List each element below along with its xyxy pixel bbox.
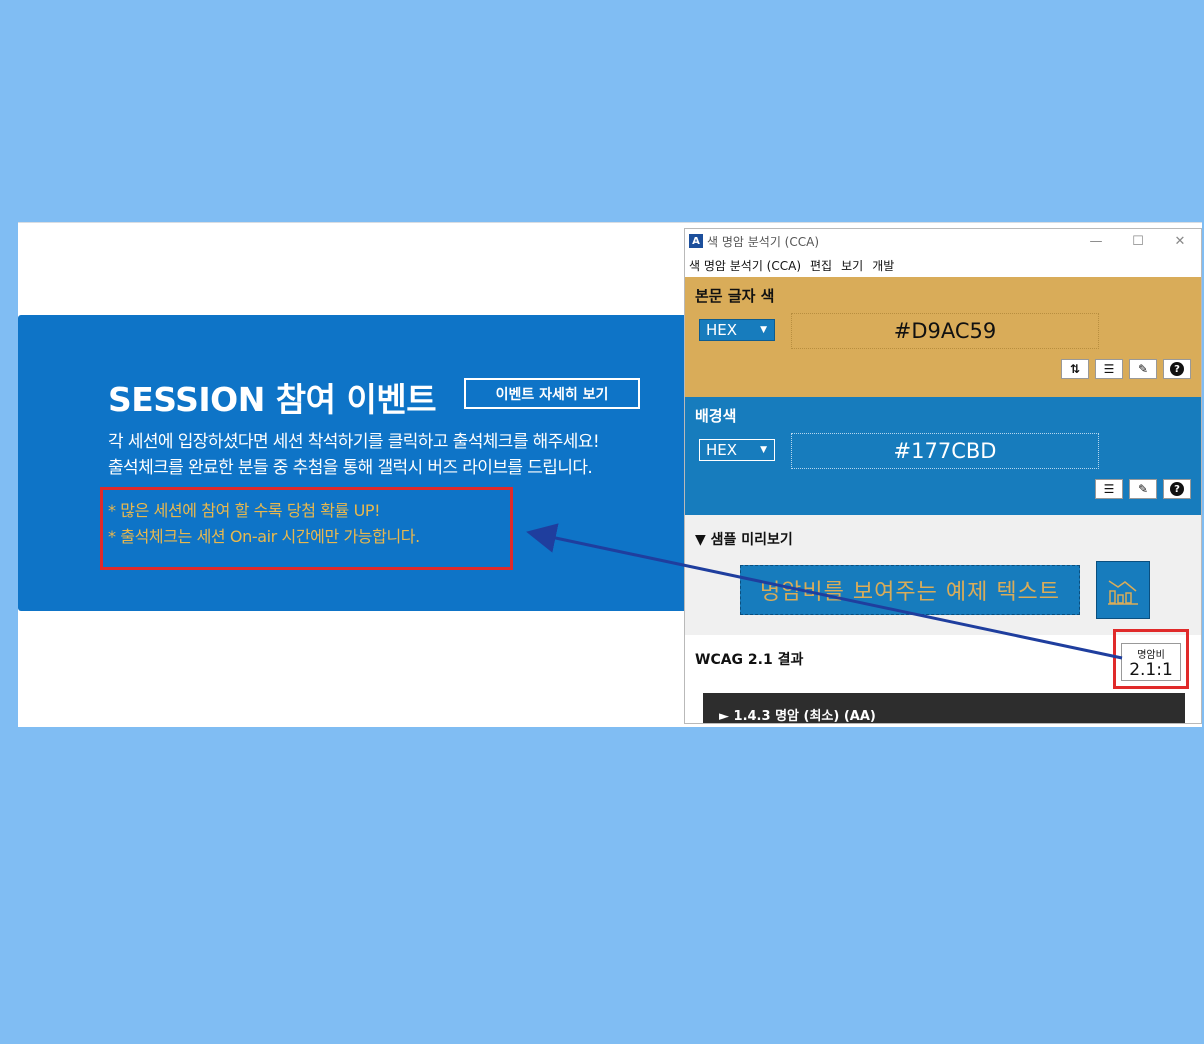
chart-icon[interactable] [1096,561,1150,619]
swap-colors-icon[interactable]: ⇅ [1061,359,1089,379]
background-format-value: HEX [706,441,738,459]
eyedropper-icon[interactable]: ✎ [1129,359,1157,379]
foreground-hex-input[interactable]: #D9AC59 [791,313,1099,349]
foreground-format-select[interactable]: HEX ▼ [699,319,775,341]
background-format-select[interactable]: HEX ▼ [699,439,775,461]
banner-title: SESSION 참여 이벤트 [108,380,437,419]
app-logo-icon: A [689,234,703,248]
help-icon[interactable]: ? [1163,479,1191,499]
foreground-format-value: HEX [706,321,738,339]
background-label: 배경색 [695,407,737,425]
window-controls: — ☐ ✕ [1075,234,1201,249]
close-icon[interactable]: ✕ [1159,234,1201,249]
cca-titlebar: A 색 명암 분석기 (CCA) — ☐ ✕ [685,229,1201,253]
menu-item-edit[interactable]: 편집 [810,257,832,274]
banner-description: 각 세션에 입장하셨다면 세션 착석하기를 클릭하고 출석체크를 해주세요! 출… [108,429,600,481]
minimize-icon[interactable]: — [1075,234,1117,249]
sliders-icon[interactable]: ☰ [1095,479,1123,499]
sliders-icon[interactable]: ☰ [1095,359,1123,379]
description-line-2: 출석체크를 완료한 분들 중 추첨을 통해 갤럭시 버즈 라이브를 드립니다. [108,458,593,478]
cca-menubar: 색 명암 분석기 (CCA) 편집 보기 개발 [685,253,1201,277]
wcag-result-section: WCAG 2.1 결과 명암비 2.1:1 ► 1.4.3 명암 (최소) (A… [685,629,1201,723]
criterion-1-4-3-toggle[interactable]: ► 1.4.3 명암 (최소) (AA) [703,693,1185,723]
highlight-box-ratio [1113,629,1189,689]
sample-text-preview: 명암비를 보여주는 예제 텍스트 [740,565,1080,615]
cca-window: A 색 명암 분석기 (CCA) — ☐ ✕ 색 명암 분석기 (CCA) 편집… [684,228,1202,724]
menu-item-view[interactable]: 보기 [841,257,863,274]
chevron-down-icon: ▼ [760,325,767,335]
description-line-1: 각 세션에 입장하셨다면 세션 착석하기를 클릭하고 출석체크를 해주세요! [108,432,600,452]
menu-item-dev[interactable]: 개발 [872,257,894,274]
sample-preview-section: ▼ 샘플 미리보기 명암비를 보여주는 예제 텍스트 [685,515,1201,635]
highlight-box-notes [100,487,513,570]
menu-item-cca[interactable]: 색 명암 분석기 (CCA) [689,257,801,274]
wcag-result-label: WCAG 2.1 결과 [695,652,804,668]
sample-preview-toggle[interactable]: ▼ 샘플 미리보기 [695,529,793,549]
help-icon[interactable]: ? [1163,359,1191,379]
eyedropper-icon[interactable]: ✎ [1129,479,1157,499]
cca-window-title: 색 명암 분석기 (CCA) [707,234,820,249]
foreground-tools: ⇅ ☰ ✎ ? [1061,359,1191,379]
foreground-color-section: 본문 글자 색 HEX ▼ #D9AC59 ⇅ ☰ ✎ ? [685,277,1201,397]
foreground-label: 본문 글자 색 [695,287,775,305]
background-hex-input[interactable]: #177CBD [791,433,1099,469]
background-tools: ☰ ✎ ? [1095,479,1191,499]
chevron-down-icon: ▼ [760,445,767,455]
background-color-section: 배경색 HEX ▼ #177CBD ☰ ✎ ? [685,397,1201,515]
event-detail-button[interactable]: 이벤트 자세히 보기 [464,378,640,409]
maximize-icon[interactable]: ☐ [1117,234,1159,249]
